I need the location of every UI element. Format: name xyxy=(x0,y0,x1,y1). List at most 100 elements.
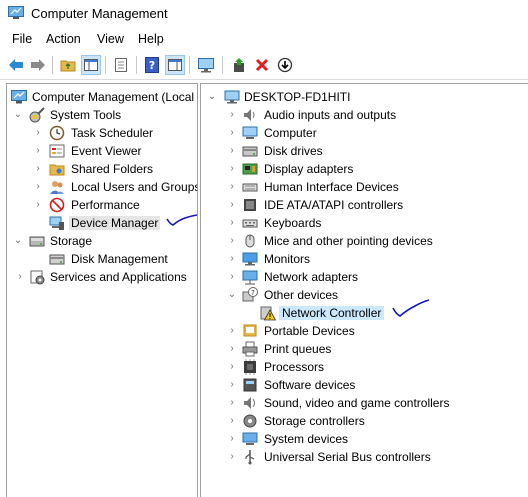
shared-folder-icon xyxy=(49,164,65,176)
update-driver-icon xyxy=(234,58,244,72)
device-category-label: Storage controllers xyxy=(264,414,365,428)
chevron-right-icon[interactable]: › xyxy=(227,415,237,427)
menu-view[interactable]: View xyxy=(97,32,124,46)
help-button[interactable]: ? xyxy=(142,55,162,75)
forward-arrow-icon xyxy=(31,59,45,71)
chevron-right-icon[interactable]: › xyxy=(227,271,237,283)
keyboard-icon xyxy=(242,219,258,228)
hid-icon xyxy=(242,183,258,192)
show-hide-console-tree-button[interactable] xyxy=(81,55,101,75)
device-tree-pane[interactable]: ⌄ DESKTOP-FD1HITI › Audio inputs and out… xyxy=(200,83,528,497)
performance-no-entry-icon xyxy=(49,197,65,213)
red-x-icon xyxy=(255,58,269,72)
printer-icon xyxy=(242,341,258,357)
disk-management-icon xyxy=(49,254,65,265)
computer-management-icon xyxy=(8,6,24,19)
device-category-label: Other devices xyxy=(264,288,339,302)
device-category-label: Portable Devices xyxy=(264,324,355,338)
toolbar-separator xyxy=(52,56,53,74)
device-category-label: Display adapters xyxy=(264,162,354,176)
menu-file[interactable]: File xyxy=(12,32,32,46)
folder-up-icon xyxy=(60,60,76,72)
chevron-right-icon[interactable]: › xyxy=(227,109,237,121)
chevron-right-icon[interactable]: › xyxy=(227,325,237,337)
chevron-right-icon[interactable]: › xyxy=(227,397,237,409)
scan-hardware-button[interactable] xyxy=(196,55,216,75)
toolbar: ? xyxy=(0,51,528,80)
tree-label: Task Scheduler xyxy=(71,126,154,140)
chevron-right-icon[interactable]: › xyxy=(227,379,237,391)
services-icon xyxy=(30,270,45,285)
chevron-right-icon[interactable]: › xyxy=(227,451,237,463)
tree-label: Performance xyxy=(71,198,140,212)
chevron-down-icon[interactable]: ⌄ xyxy=(13,109,23,121)
help-icon: ? xyxy=(145,57,159,73)
storage-icon xyxy=(29,236,45,247)
tree-label: Computer Management (Local xyxy=(32,90,195,104)
device-category-label: Audio inputs and outputs xyxy=(264,108,397,122)
sound-icon xyxy=(244,397,255,409)
chevron-right-icon[interactable]: › xyxy=(227,163,237,175)
device-category-label: Sound, video and game controllers xyxy=(264,396,450,410)
network-adapter-icon xyxy=(242,270,258,285)
chevron-right-icon[interactable]: › xyxy=(227,235,237,247)
system-device-icon xyxy=(242,432,258,445)
toolbar-separator xyxy=(136,56,137,74)
properties-button[interactable] xyxy=(111,55,131,75)
chevron-right-icon[interactable]: › xyxy=(227,361,237,373)
chevron-down-icon[interactable]: ⌄ xyxy=(13,235,23,247)
properties-icon xyxy=(115,58,127,72)
menu-help[interactable]: Help xyxy=(138,32,164,46)
software-device-icon xyxy=(243,378,257,392)
event-viewer-icon xyxy=(49,144,65,158)
disk-drive-icon xyxy=(242,146,258,157)
users-icon xyxy=(50,181,64,194)
menu-bar: File Action View Help xyxy=(0,30,528,50)
chevron-right-icon[interactable]: › xyxy=(227,199,237,211)
chevron-right-icon[interactable]: › xyxy=(15,271,25,283)
chevron-down-icon[interactable]: ⌄ xyxy=(207,91,217,103)
ide-controller-icon xyxy=(244,199,256,211)
chevron-right-icon[interactable]: › xyxy=(227,433,237,445)
svg-text:?: ? xyxy=(251,289,255,297)
computer-icon xyxy=(224,90,240,104)
handwritten-checkmark-annotation xyxy=(392,299,430,317)
device-category-label: Print queues xyxy=(264,342,332,356)
computer-management-icon xyxy=(11,90,27,104)
up-folder-button[interactable] xyxy=(58,55,78,75)
chevron-right-icon[interactable]: › xyxy=(33,199,43,211)
show-hide-action-pane-button[interactable] xyxy=(165,55,185,75)
chevron-right-icon[interactable]: › xyxy=(227,253,237,265)
menu-action[interactable]: Action xyxy=(46,32,81,46)
processor-icon xyxy=(244,359,256,375)
tree-item-computer-management[interactable]: Computer Management (Local xyxy=(11,88,197,106)
chevron-right-icon[interactable]: › xyxy=(33,163,43,175)
device-category-label: IDE ATA/ATAPI controllers xyxy=(264,198,404,212)
update-driver-button[interactable] xyxy=(229,55,249,75)
storage-controller-icon xyxy=(243,414,257,428)
uninstall-device-button[interactable] xyxy=(252,55,272,75)
chevron-right-icon[interactable]: › xyxy=(33,127,43,139)
chevron-right-icon[interactable]: › xyxy=(33,181,43,193)
unknown-device-icon: ? xyxy=(242,287,258,302)
device-label: Network Controller xyxy=(279,306,385,320)
disable-device-button[interactable] xyxy=(275,55,295,75)
chevron-right-icon[interactable]: › xyxy=(227,181,237,193)
chevron-right-icon[interactable]: › xyxy=(227,127,237,139)
tree-label: Shared Folders xyxy=(71,162,154,176)
back-button[interactable] xyxy=(6,55,26,75)
chevron-right-icon[interactable]: › xyxy=(227,343,237,355)
chevron-down-icon[interactable]: ⌄ xyxy=(227,289,237,301)
tree-label: Local Users and Groups xyxy=(71,180,198,194)
portable-device-icon xyxy=(243,324,257,337)
chevron-right-icon[interactable]: › xyxy=(33,145,43,157)
forward-button[interactable] xyxy=(28,55,48,75)
chevron-right-icon[interactable]: › xyxy=(227,145,237,157)
console-tree-pane[interactable]: Computer Management (Local ⌄ System Tool… xyxy=(6,83,198,497)
speaker-icon xyxy=(244,109,255,121)
device-manager-icon xyxy=(49,216,64,230)
device-category-label: Keyboards xyxy=(264,216,322,230)
device-category-label: Disk drives xyxy=(264,144,323,158)
chevron-right-icon[interactable]: › xyxy=(227,217,237,229)
back-arrow-icon xyxy=(9,59,23,71)
